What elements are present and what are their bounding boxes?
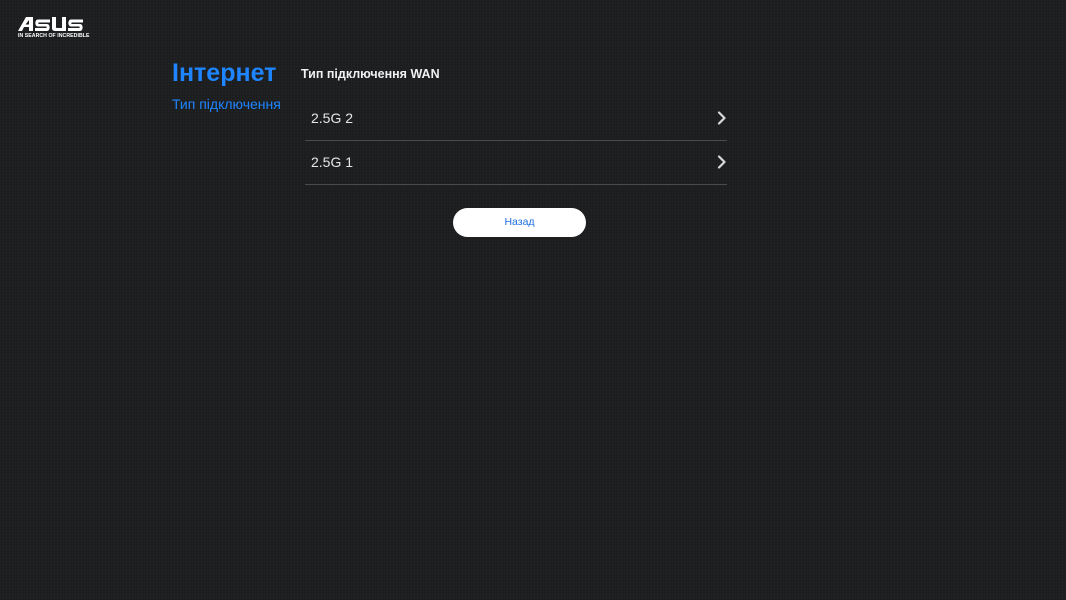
wan-option-2.5g-1[interactable]: 2.5G 1 [305, 141, 727, 185]
page-subtitle: Тип підключення [172, 96, 281, 112]
asus-tagline: IN SEARCH OF INCREDIBLE [18, 33, 90, 39]
page-title: Інтернет [172, 59, 277, 87]
chevron-right-icon [717, 155, 726, 169]
asus-logo: IN SEARCH OF INCREDIBLE [17, 16, 90, 42]
wan-option-list: 2.5G 2 2.5G 1 [305, 97, 727, 185]
section-title: Тип підключення WAN [301, 67, 440, 81]
asus-logo-mark [18, 17, 83, 31]
back-button[interactable]: Назад [453, 208, 586, 237]
chevron-right-icon [717, 111, 726, 125]
wan-option-label: 2.5G 1 [311, 154, 354, 170]
wan-option-label: 2.5G 2 [311, 110, 354, 126]
wan-option-2.5g-2[interactable]: 2.5G 2 [305, 97, 727, 141]
